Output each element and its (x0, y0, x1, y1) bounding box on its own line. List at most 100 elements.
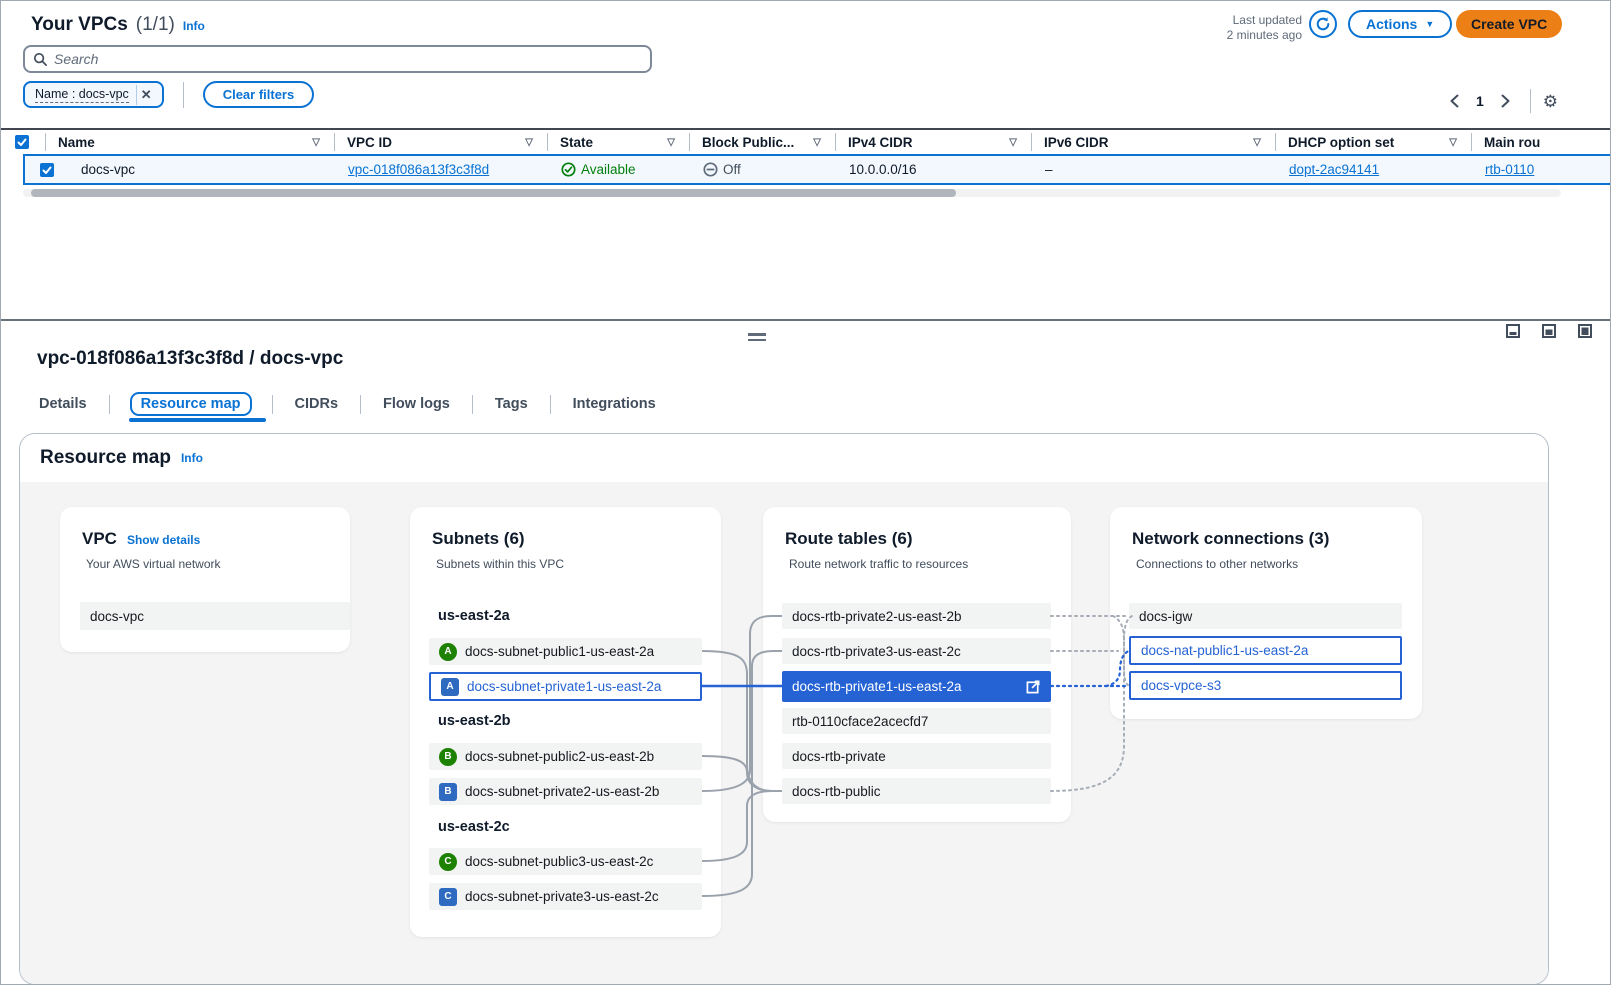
divider (360, 395, 361, 414)
tab-flow-logs[interactable]: Flow logs (381, 392, 452, 416)
scrollbar-thumb[interactable] (31, 189, 956, 197)
column-header-dhcp[interactable]: DHCP option set▽ (1275, 133, 1471, 151)
column-header-main-route-table[interactable]: Main rou (1471, 133, 1611, 151)
map-item-route-table[interactable]: docs-rtb-private3-us-east-2c (782, 638, 1051, 664)
horizontal-scrollbar (23, 189, 1561, 197)
resource-map-info-link[interactable]: Info (181, 451, 203, 465)
resource-map-card: Resource map Info VPC Show details Your … (19, 433, 1549, 985)
map-item-route-table[interactable]: docs-rtb-private (782, 743, 1051, 769)
column-header-ipv6-cidr[interactable]: IPv6 CIDR▽ (1031, 133, 1275, 151)
vpc-console-viewport: Your VPCs (1/1) Info Last updated 2 minu… (0, 0, 1611, 985)
resource-map-header: Resource map Info (20, 434, 1548, 482)
select-all-cell (1, 130, 45, 154)
filter-icon[interactable]: ▽ (312, 137, 320, 148)
dhcp-option-set-link[interactable]: dopt-2ac94141 (1289, 162, 1379, 177)
map-item-route-table-selected[interactable]: docs-rtb-private1-us-east-2a (782, 671, 1051, 702)
column-header-block-public[interactable]: Block Public...▽ (689, 133, 835, 151)
row-checkbox[interactable] (40, 163, 54, 177)
tab-cidrs[interactable]: CIDRs (293, 392, 341, 416)
status-off-icon (703, 162, 718, 177)
map-item-subnet[interactable]: B docs-subnet-public2-us-east-2b (429, 743, 702, 770)
cell-dhcp: dopt-2ac94141 (1277, 156, 1473, 183)
panel-full-icon[interactable] (1578, 324, 1592, 338)
remove-filter-icon[interactable]: ✕ (136, 85, 156, 105)
map-item-subnet[interactable]: B docs-subnet-private2-us-east-2b (429, 778, 702, 805)
search-input[interactable] (54, 51, 642, 67)
column-header-state[interactable]: State▽ (547, 133, 689, 151)
vpc-column-title: VPC (82, 529, 117, 549)
pagination: 1 ⚙ (1442, 89, 1558, 113)
detail-tabs: Details Resource map CIDRs Flow logs Tag… (37, 387, 658, 421)
pane-resize-handle[interactable] (748, 333, 766, 344)
route-tables-column: Route tables (6) Route network traffic t… (763, 507, 1071, 822)
network-connections-column-subtitle: Connections to other networks (1136, 557, 1298, 571)
divider (1530, 89, 1531, 113)
open-external-icon[interactable] (1026, 679, 1041, 694)
filter-icon[interactable]: ▽ (1009, 137, 1017, 148)
clear-filters-button[interactable]: Clear filters (203, 81, 315, 108)
public-subnet-badge: B (439, 748, 457, 766)
panel-small-icon[interactable] (1506, 324, 1520, 338)
column-header-vpc-id[interactable]: VPC ID▽ (334, 133, 547, 151)
pane-layout-controls (1506, 324, 1592, 338)
az-group-label: us-east-2c (438, 819, 510, 835)
block-public-text: Off (723, 162, 741, 177)
filter-token[interactable]: Name : docs-vpc ✕ (23, 81, 164, 108)
filter-icon[interactable]: ▽ (1449, 137, 1457, 148)
map-item-subnet[interactable]: A docs-subnet-public1-us-east-2a (429, 638, 702, 665)
filter-icon[interactable]: ▽ (1253, 137, 1261, 148)
status-text: Available (581, 162, 636, 177)
tab-details[interactable]: Details (37, 392, 89, 416)
panel-half-icon[interactable] (1542, 324, 1556, 338)
tab-integrations[interactable]: Integrations (571, 392, 658, 416)
divider (472, 395, 473, 414)
map-item-route-table[interactable]: docs-rtb-public (782, 778, 1051, 804)
subnets-column-subtitle: Subnets within this VPC (436, 557, 564, 571)
cell-ipv4-cidr: 10.0.0.0/16 (837, 156, 1033, 183)
table-settings-gear-icon[interactable]: ⚙ (1543, 93, 1558, 110)
vpc-count: (1/1) (136, 14, 175, 36)
vpc-id-link[interactable]: vpc-018f086a13f3c3f8d (348, 162, 489, 177)
current-page[interactable]: 1 (1472, 93, 1488, 109)
check-icon (17, 137, 27, 147)
chevron-left-icon (1449, 94, 1460, 108)
prev-page-button[interactable] (1442, 89, 1466, 113)
tab-resource-map[interactable]: Resource map (130, 392, 252, 416)
filter-icon[interactable]: ▽ (813, 137, 821, 148)
next-page-button[interactable] (1494, 89, 1518, 113)
info-link[interactable]: Info (183, 19, 205, 33)
map-item-nat-gateway[interactable]: docs-nat-public1-us-east-2a (1129, 636, 1402, 665)
show-details-link[interactable]: Show details (127, 533, 200, 547)
page-title: Your VPCs (1/1) Info (31, 14, 205, 36)
filter-icon[interactable]: ▽ (525, 137, 533, 148)
map-item-subnet-selected[interactable]: A docs-subnet-private1-us-east-2a (429, 672, 702, 701)
main-route-table-link[interactable]: rtb-0110 (1485, 162, 1534, 177)
select-all-checkbox[interactable] (15, 135, 29, 149)
table-row[interactable]: docs-vpc vpc-018f086a13f3c3f8d Available (23, 154, 1611, 185)
actions-button[interactable]: Actions ▼ (1348, 10, 1452, 38)
subnets-column-title: Subnets (6) (432, 529, 525, 549)
check-icon (42, 165, 52, 175)
map-item-vpc[interactable]: docs-vpc (80, 602, 350, 630)
column-header-ipv4-cidr[interactable]: IPv4 CIDR▽ (835, 133, 1031, 151)
column-header-name[interactable]: Name▽ (45, 133, 334, 151)
map-item-subnet[interactable]: C docs-subnet-private3-us-east-2c (429, 883, 702, 910)
search-icon (33, 52, 48, 67)
route-tables-column-title: Route tables (6) (785, 529, 913, 549)
filter-row: Name : docs-vpc ✕ Clear filters (23, 81, 314, 108)
map-item-vpc-endpoint[interactable]: docs-vpce-s3 (1129, 671, 1402, 700)
vpc-list-pane: Your VPCs (1/1) Info Last updated 2 minu… (1, 1, 1611, 319)
map-item-subnet[interactable]: C docs-subnet-public3-us-east-2c (429, 848, 702, 875)
filter-icon[interactable]: ▽ (667, 137, 675, 148)
tab-tags[interactable]: Tags (493, 392, 530, 416)
status-available-icon (561, 162, 576, 177)
chevron-right-icon (1500, 94, 1511, 108)
map-item-route-table[interactable]: docs-rtb-private2-us-east-2b (782, 603, 1051, 629)
search-box (23, 45, 652, 73)
row-select-cell (25, 156, 69, 183)
map-item-route-table[interactable]: rtb-0110cface2acecfd7 (782, 708, 1051, 734)
table-header: Name▽ VPC ID▽ State▽ Block Public...▽ IP… (1, 128, 1611, 154)
create-vpc-button[interactable]: Create VPC (1456, 10, 1562, 38)
refresh-button[interactable] (1309, 10, 1337, 38)
map-item-internet-gateway[interactable]: docs-igw (1129, 603, 1402, 629)
